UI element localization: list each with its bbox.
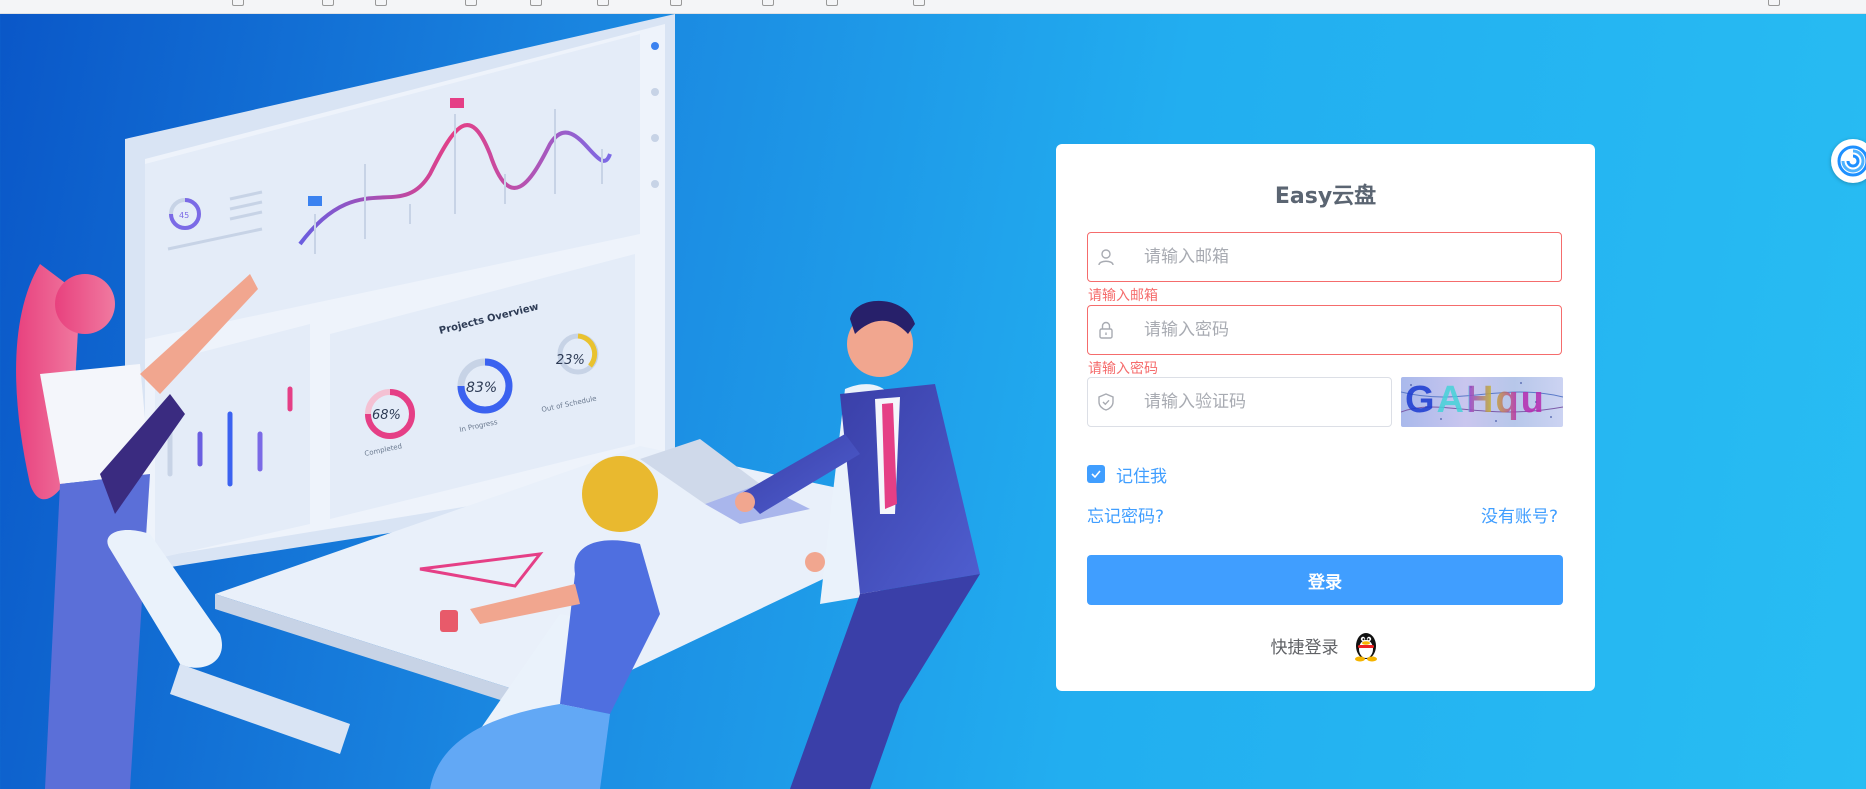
bookmark-icon[interactable]: [762, 0, 774, 6]
captcha-input[interactable]: [1144, 378, 1384, 426]
remember-me-checkbox[interactable]: 记住我: [1087, 463, 1167, 487]
app-title: Easy云盘: [1274, 184, 1377, 209]
bookmark-icon[interactable]: [1768, 0, 1780, 6]
gauge-progress-value: 83%: [466, 380, 497, 396]
captcha-code-text: GAHqu: [1405, 379, 1546, 421]
email-error-text: 请输入邮箱: [1088, 288, 1158, 304]
bookmark-icon[interactable]: [465, 0, 477, 6]
assistant-floating-button[interactable]: [1831, 139, 1866, 183]
bookmark-icon[interactable]: [232, 0, 244, 6]
qq-penguin-icon[interactable]: [1351, 628, 1381, 662]
shield-icon: [1098, 393, 1114, 411]
bookmark-icon[interactable]: [597, 0, 609, 6]
bookmark-icon[interactable]: [913, 0, 925, 6]
register-link[interactable]: 没有账号?: [1481, 502, 1558, 527]
email-field[interactable]: [1087, 232, 1562, 282]
assistant-swirl-icon: [1837, 145, 1866, 177]
bookmark-icon[interactable]: [322, 0, 334, 6]
forgot-password-link[interactable]: 忘记密码?: [1087, 502, 1164, 527]
bookmark-icon[interactable]: [670, 0, 682, 6]
remember-me-label: 记住我: [1116, 466, 1167, 487]
quick-login-label: 快捷登录: [1270, 637, 1339, 658]
gauge-schedule-value: 23%: [556, 353, 585, 368]
email-input[interactable]: [1144, 233, 1544, 281]
lock-icon: [1099, 321, 1113, 339]
captcha-field[interactable]: [1087, 377, 1392, 427]
password-input[interactable]: [1144, 306, 1544, 354]
check-icon: [1087, 465, 1105, 483]
office-meeting-illustration: 45 Projects Overview 68% Completed 83% I…: [16, 14, 980, 789]
browser-bookmarks-bar: [0, 0, 1866, 14]
quick-login: 快捷登录: [1056, 628, 1595, 662]
user-icon: [1098, 249, 1114, 266]
bookmark-icon[interactable]: [375, 0, 387, 6]
bookmark-icon[interactable]: [530, 0, 542, 6]
password-field[interactable]: [1087, 305, 1562, 355]
login-card: Easy云盘 请输入邮箱 请输入密码: [1056, 144, 1595, 691]
password-error-text: 请输入密码: [1088, 361, 1158, 377]
bookmark-icon[interactable]: [826, 0, 838, 6]
small-gauge-value: 45: [179, 211, 189, 220]
captcha-image[interactable]: GAHqu: [1401, 377, 1563, 427]
login-button[interactable]: 登录: [1087, 555, 1563, 605]
gauge-completed-value: 68%: [372, 408, 401, 423]
